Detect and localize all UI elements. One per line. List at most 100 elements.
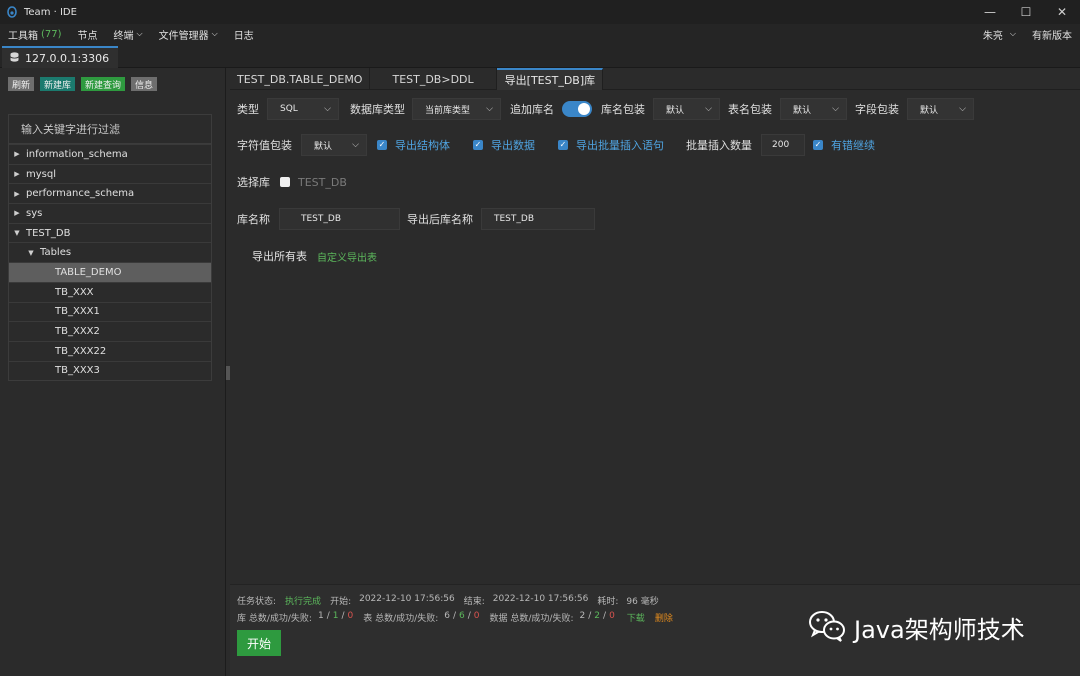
select-db-checkbox[interactable] xyxy=(280,177,290,187)
collapsed-arrow-icon[interactable]: ▶ xyxy=(11,170,23,178)
tree-item-label: performance_schema xyxy=(26,188,135,200)
tree-item-label: TB_XXX3 xyxy=(55,365,100,377)
tree-table-item[interactable]: TB_XXX xyxy=(9,281,211,302)
chevron-down-icon: ⌵ xyxy=(486,104,493,114)
custom-export-tables-link[interactable]: 自定义导出表 xyxy=(317,249,377,264)
info-button[interactable]: 信息 xyxy=(131,77,158,91)
delete-link[interactable]: 删除 xyxy=(655,611,673,624)
export-batch-insert-checkbox[interactable]: ✓ xyxy=(558,140,568,150)
tree-item-label: mysql xyxy=(26,168,56,180)
new-database-button[interactable]: 新建库 xyxy=(40,77,76,91)
data-count-label: 数据 总数/成功/失败: xyxy=(489,614,574,624)
menu-toolbox[interactable]: 工具箱 (77) xyxy=(0,27,70,42)
expanded-arrow-icon[interactable]: ▼ xyxy=(25,249,37,257)
menu-node[interactable]: 节点 xyxy=(70,27,106,42)
table-wrap-label: 表名包装 xyxy=(728,103,772,116)
tree-item-label: Tables xyxy=(40,247,72,259)
minimize-button[interactable]: — xyxy=(972,0,1008,24)
menu-log[interactable]: 日志 xyxy=(226,27,262,42)
toolbox-count-badge: (77) xyxy=(41,28,62,40)
main-panel: TEST_DB.TABLE_DEMO TEST_DB>DDL 导出[TEST_D… xyxy=(230,68,1080,676)
export-structure-checkbox[interactable]: ✓ xyxy=(377,140,387,150)
tree-item-label: information_schema xyxy=(26,148,128,160)
batch-count-input[interactable]: 200 xyxy=(761,134,805,156)
tree-folder-item[interactable]: ▼ Tables xyxy=(9,242,211,262)
tab-table-demo[interactable]: TEST_DB.TABLE_DEMO xyxy=(230,68,371,90)
table-success: 6 xyxy=(459,611,465,621)
export-data-checkbox[interactable]: ✓ xyxy=(473,140,483,150)
tree-table-item[interactable]: TB_XXX3 xyxy=(9,360,211,381)
watermark-text: Java架构师技术 xyxy=(854,616,1025,644)
export-db-name-input[interactable]: TEST_DB xyxy=(481,208,595,230)
export-data-label: 导出数据 xyxy=(491,139,535,152)
task-status-value: 执行完成 xyxy=(285,597,322,607)
menu-terminal[interactable]: 终端 ⌵ xyxy=(106,27,151,42)
tree-table-item[interactable]: TB_XXX2 xyxy=(9,321,211,341)
field-wrap-select[interactable]: 默认 ⌵ xyxy=(907,98,974,120)
append-db-name-toggle[interactable] xyxy=(562,101,592,117)
type-select-value: SQL xyxy=(280,104,298,114)
select-db-option-label: TEST_DB xyxy=(298,175,347,189)
connection-tab[interactable]: 127.0.0.1:3306 xyxy=(2,46,118,68)
refresh-button[interactable]: 刷新 xyxy=(8,77,35,91)
type-select[interactable]: SQL ⌵ xyxy=(267,98,339,120)
string-wrap-select[interactable]: 默认 ⌵ xyxy=(301,134,367,156)
menu-log-label: 日志 xyxy=(233,30,254,42)
elapsed-label: 耗时: xyxy=(597,597,619,607)
append-db-name-label: 追加库名 xyxy=(510,103,554,116)
tree-database-item[interactable]: ▶ information_schema xyxy=(9,144,211,164)
field-wrap-label: 字段包装 xyxy=(855,103,899,116)
table-count-label: 表 总数/成功/失败: xyxy=(363,614,439,624)
tree-database-item[interactable]: ▶ mysql xyxy=(9,163,211,184)
start-button[interactable]: 开始 xyxy=(237,630,281,656)
start-time-label: 开始: xyxy=(330,597,352,607)
user-menu[interactable]: 朱亮 ⌵ xyxy=(975,27,1024,42)
collapsed-arrow-icon[interactable]: ▶ xyxy=(11,209,23,217)
continue-on-error-checkbox[interactable]: ✓ xyxy=(813,140,823,150)
tree-item-label: sys xyxy=(26,207,43,219)
export-db-name-label: 导出后库名称 xyxy=(407,213,473,226)
menu-file-manager[interactable]: 文件管理器 ⌵ xyxy=(151,27,226,42)
schema-tree: ▶ information_schema ▶ mysql ▶ performance_sc… xyxy=(8,144,212,382)
new-query-button[interactable]: 新建查询 xyxy=(81,77,126,91)
tab-export-db[interactable]: 导出[TEST_DB]库 xyxy=(496,68,604,90)
export-all-tables-option[interactable]: 导出所有表 xyxy=(252,248,307,264)
tree-database-item[interactable]: ▼ TEST_DB xyxy=(9,222,211,243)
chevron-down-icon: ⌵ xyxy=(136,29,143,38)
batch-count-label: 批量插入数量 xyxy=(686,139,752,152)
db-name-input[interactable]: TEST_DB xyxy=(279,208,400,230)
tree-table-item[interactable]: TB_XXX22 xyxy=(9,340,211,361)
filter-input[interactable]: 输入关键字进行过滤 xyxy=(8,114,212,144)
db-wrap-select-value: 默认 xyxy=(666,105,685,116)
tab-ddl[interactable]: TEST_DB>DDL xyxy=(370,68,497,90)
maximize-button[interactable]: ☐ xyxy=(1008,0,1044,24)
tree-table-item[interactable]: TB_XXX1 xyxy=(9,301,211,322)
toggle-knob xyxy=(578,103,590,115)
db-success: 1 xyxy=(332,611,339,621)
watermark: Java架构师技术 xyxy=(808,610,1025,645)
export-batch-insert-label: 导出批量插入语句 xyxy=(576,139,664,152)
table-total: 6 xyxy=(444,611,450,621)
chevron-down-icon: ⌵ xyxy=(211,29,218,38)
table-wrap-select[interactable]: 默认 ⌵ xyxy=(780,98,847,120)
download-link[interactable]: 下载 xyxy=(627,611,645,624)
collapsed-arrow-icon[interactable]: ▶ xyxy=(11,190,23,198)
tree-table-item[interactable]: TABLE_DEMO xyxy=(9,262,211,282)
chevron-down-icon: ⌵ xyxy=(324,104,331,114)
connection-label: 127.0.0.1:3306 xyxy=(25,51,110,65)
db-type-select-value: 当前库类型 xyxy=(425,105,471,116)
data-total: 2 xyxy=(579,611,586,621)
update-link[interactable]: 有新版本 xyxy=(1024,27,1080,42)
end-time-label: 结束: xyxy=(463,597,485,607)
db-type-select[interactable]: 当前库类型 ⌵ xyxy=(412,98,501,120)
tree-database-item[interactable]: ▶ sys xyxy=(9,203,211,223)
menu-toolbox-label: 工具箱 xyxy=(8,30,38,42)
expanded-arrow-icon[interactable]: ▼ xyxy=(11,229,23,237)
close-button[interactable]: ✕ xyxy=(1044,0,1080,24)
db-wrap-select[interactable]: 默认 ⌵ xyxy=(653,98,720,120)
start-time-value: 2022-12-10 17:56:56 xyxy=(359,594,455,604)
collapsed-arrow-icon[interactable]: ▶ xyxy=(11,150,23,158)
chevron-down-icon: ⌵ xyxy=(959,104,966,114)
tree-database-item[interactable]: ▶ performance_schema xyxy=(9,183,211,203)
table-wrap-select-value: 默认 xyxy=(793,105,812,116)
